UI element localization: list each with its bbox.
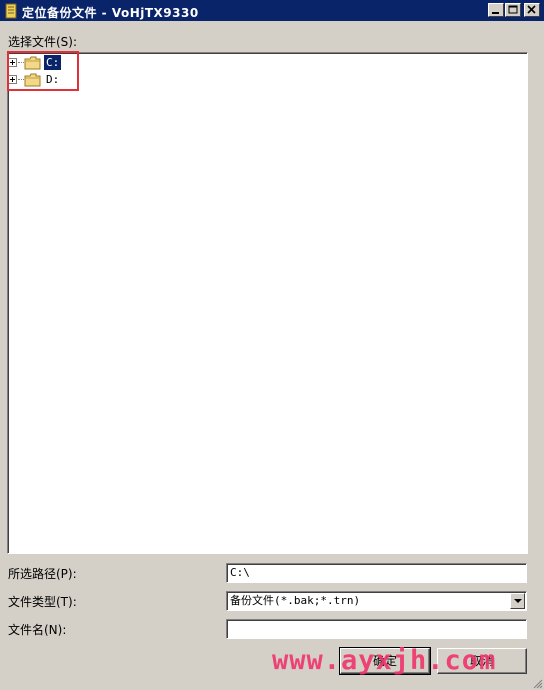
tree-node-d-drive[interactable]: D: [8, 72, 68, 88]
title-bar[interactable]: 定位备份文件 - VoHjTX9330 [0, 0, 544, 22]
app-icon [5, 3, 17, 19]
select-file-label: 选择文件(S): [8, 35, 78, 49]
file-tree[interactable] [7, 52, 528, 554]
watermark: www.ayxjh.com [272, 645, 497, 676]
folder-icon [24, 73, 41, 87]
chevron-down-icon[interactable] [510, 593, 525, 609]
maximize-button[interactable] [505, 3, 521, 17]
file-type-label: 文件类型(T): [8, 595, 77, 609]
tree-node-label[interactable]: C: [44, 55, 62, 70]
minimize-icon [492, 12, 499, 14]
minimize-button[interactable] [488, 3, 504, 17]
expand-icon[interactable] [8, 75, 17, 84]
folder-icon [24, 56, 41, 70]
selected-path-label: 所选路径(P): [8, 567, 77, 581]
expand-icon[interactable] [8, 58, 17, 67]
file-name-label: 文件名(N): [8, 623, 67, 637]
close-icon [527, 5, 536, 14]
file-type-value: 备份文件(*.bak;*.trn) [230, 594, 361, 607]
selected-path-field[interactable]: C:\ [226, 563, 527, 583]
window-title: 定位备份文件 - VoHjTX9330 [22, 6, 199, 20]
tree-node-c-drive[interactable]: C: [8, 55, 68, 71]
file-name-input[interactable] [226, 619, 527, 639]
file-type-dropdown[interactable]: 备份文件(*.bak;*.trn) [226, 591, 527, 611]
maximize-icon [508, 5, 518, 14]
resize-grip-icon[interactable] [531, 677, 543, 689]
close-button[interactable] [524, 3, 540, 17]
tree-node-label[interactable]: D: [44, 72, 61, 87]
